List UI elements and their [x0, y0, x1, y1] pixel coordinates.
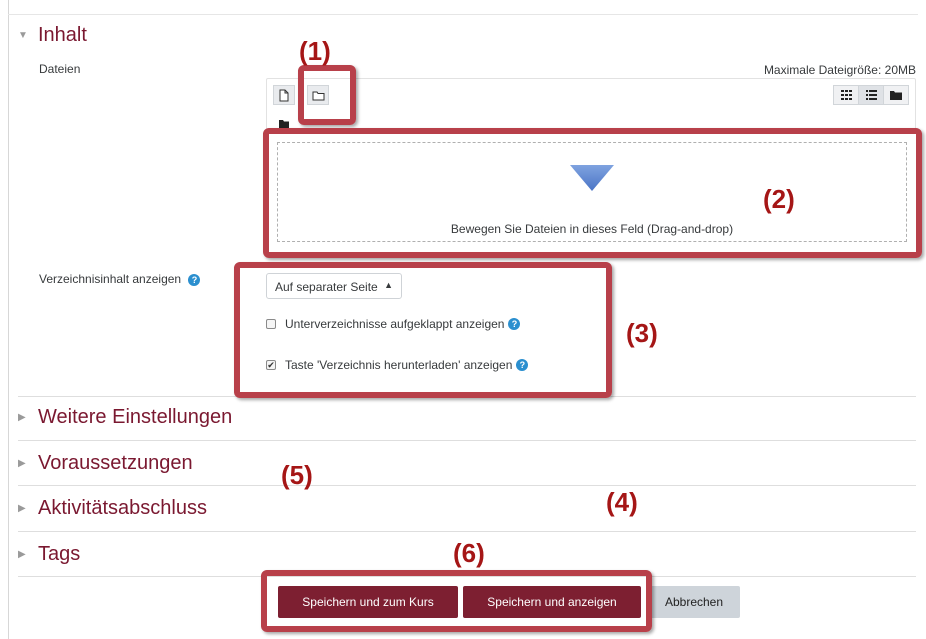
chevron-right-icon: ▶	[18, 549, 26, 560]
list-view-button[interactable]	[858, 85, 884, 105]
chevron-down-icon: ▼	[18, 30, 28, 41]
folder-solid-icon	[890, 91, 902, 100]
annotation-6: (6)	[453, 538, 485, 568]
section-tags-header[interactable]: ▶ Tags	[18, 543, 80, 566]
chevron-right-icon: ▶	[18, 458, 26, 469]
folder-solid-icon	[279, 120, 289, 128]
callout-box-6	[261, 570, 652, 632]
file-manager	[266, 78, 916, 134]
annotation-5: (5)	[281, 460, 313, 490]
display-mode-label-text: Verzeichnisinhalt anzeigen	[39, 272, 182, 286]
annotation-1: (1)	[299, 36, 331, 66]
section-divider	[18, 440, 916, 441]
callout-box-1	[298, 65, 356, 125]
chevron-right-icon: ▶	[18, 412, 26, 423]
page-left-border	[8, 0, 9, 639]
cancel-button[interactable]: Abbrechen	[648, 586, 740, 618]
max-file-size: Maximale Dateigröße: 20MB	[763, 63, 916, 77]
section-title: Voraussetzungen	[38, 452, 193, 474]
annotation-3: (3)	[626, 318, 658, 348]
annotation-4: (4)	[606, 487, 638, 517]
view-switcher	[833, 85, 909, 105]
section-title: Tags	[38, 543, 81, 565]
section-title: Inhalt	[38, 24, 87, 46]
section-inhalt-header[interactable]: ▼ Inhalt	[18, 24, 87, 47]
help-icon[interactable]: ?	[188, 273, 201, 286]
grid-icon	[840, 90, 852, 100]
file-icon	[279, 89, 289, 101]
section-abschluss-header[interactable]: ▶ Aktivitätsabschluss	[18, 497, 207, 520]
section-title: Aktivitätsabschluss	[38, 497, 207, 519]
section-title: Weitere Einstellungen	[38, 406, 233, 428]
tree-view-button[interactable]	[883, 85, 909, 105]
annotation-2: (2)	[763, 184, 795, 214]
display-mode-label: Verzeichnisinhalt anzeigen ?	[39, 272, 201, 286]
grid-view-button[interactable]	[833, 85, 859, 105]
section-divider	[18, 485, 916, 486]
section-divider	[18, 531, 916, 532]
section-voraussetzungen-header[interactable]: ▶ Voraussetzungen	[18, 452, 193, 475]
list-icon	[865, 90, 877, 100]
files-label: Dateien	[39, 62, 81, 76]
chevron-right-icon: ▶	[18, 503, 26, 514]
callout-box-3	[234, 262, 612, 398]
callout-box-2	[263, 128, 922, 258]
page-top-border	[8, 14, 918, 15]
add-file-button[interactable]	[273, 85, 295, 105]
section-weitere-header[interactable]: ▶ Weitere Einstellungen	[18, 406, 232, 429]
